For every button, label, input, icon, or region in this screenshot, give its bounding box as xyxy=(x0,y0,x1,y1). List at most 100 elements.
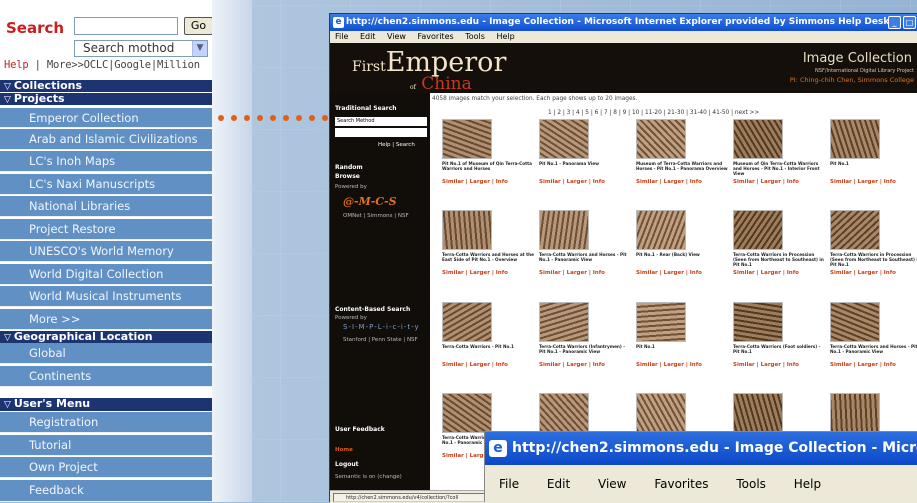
result-actions[interactable]: Similar | Larger | Info xyxy=(539,179,635,185)
chevron-down-icon[interactable]: ▼ xyxy=(192,41,207,56)
result-actions[interactable]: Similar | Larger | Info xyxy=(636,270,732,276)
zoomed-titlebar[interactable]: e http://chen2.simmons.edu - Image Colle… xyxy=(485,432,917,465)
result-actions[interactable]: Similar | Larger | Info xyxy=(830,270,917,276)
result-caption[interactable]: Terra-Cotta Warriors in Procession (Seen… xyxy=(830,252,917,267)
result-caption[interactable]: Terra-Cotta Warriors (Foot soldiers) - P… xyxy=(733,344,825,354)
menu-favorites[interactable]: Favorites xyxy=(418,32,454,41)
sidebar-item-world-musical[interactable]: World Musical Instruments xyxy=(0,286,212,307)
result-actions[interactable]: Similar | Larger | Info xyxy=(830,179,917,185)
sidebar-item-naxi-manuscripts[interactable]: LC's Naxi Manuscripts xyxy=(0,174,212,195)
result-actions[interactable]: Similar | Larger | Info xyxy=(442,362,538,368)
sidebar-item-arab-islamic[interactable]: Arab and Islamic Civilizations xyxy=(0,129,212,150)
sidebar-item-inoh-maps[interactable]: LC's Inoh Maps xyxy=(0,151,212,172)
result-actions[interactable]: Similar | Larger | Info xyxy=(733,362,829,368)
menu-file[interactable]: File xyxy=(335,32,348,41)
menu-header-projects[interactable]: ▽ Projects xyxy=(0,93,212,105)
zoom-menu-tools[interactable]: Tools xyxy=(736,477,766,491)
result-actions[interactable]: Similar | Larger | Info xyxy=(442,179,538,185)
result-thumbnail[interactable] xyxy=(539,393,589,433)
result-caption[interactable]: Pit No.1 - Rear (Back) View xyxy=(636,252,728,257)
site-search-input[interactable] xyxy=(335,128,427,137)
browser-titlebar[interactable]: e http://chen2.simmons.edu - Image Colle… xyxy=(330,14,917,31)
site-logo[interactable]: FirstEmperor of China xyxy=(352,47,506,94)
sidebar-item-tutorial[interactable]: Tutorial xyxy=(0,435,212,456)
result-actions[interactable]: Similar | Larger | Info xyxy=(830,362,917,368)
sidebar-item-own-project[interactable]: Own Project xyxy=(0,457,212,478)
pagination[interactable]: 1 | 2 | 3 | 4 | 5 | 6 | 7 | 8 | 9 | 10 |… xyxy=(548,110,759,116)
semantic-toggle[interactable]: Semantic is on (change) xyxy=(335,474,402,480)
zoom-menu-favorites[interactable]: Favorites xyxy=(654,477,708,491)
result-caption[interactable]: Terra-Cotta Warriors - Pit No.1 xyxy=(442,344,534,349)
result-actions[interactable]: Similar | Larger | Info xyxy=(733,179,829,185)
random-link[interactable]: Random xyxy=(335,164,363,171)
sidebar-item-world-digital[interactable]: World Digital Collection xyxy=(0,264,212,285)
sidebar-item-global[interactable]: Global xyxy=(0,343,212,364)
result-caption[interactable]: Terra-Cotta Warriors in Procession (Seen… xyxy=(733,252,825,267)
go-button[interactable]: Go xyxy=(184,17,213,35)
logout-link[interactable]: Logout xyxy=(335,461,359,468)
result-actions[interactable]: Similar | Larger | Info xyxy=(539,270,635,276)
result-thumbnail[interactable] xyxy=(830,119,880,159)
result-caption[interactable]: Terra-Cotta Warriors and Horses - Pit No… xyxy=(539,252,631,262)
sidebar-item-more[interactable]: More >> xyxy=(0,309,212,330)
sidebar-item-emperor-collection[interactable]: Emperor Collection xyxy=(0,107,212,128)
browse-link[interactable]: Browse xyxy=(335,173,360,180)
sidebar-item-continents[interactable]: Continents xyxy=(0,366,212,387)
result-caption[interactable]: Terra-Cotta Warriors and Horses - Pit No… xyxy=(830,344,917,354)
home-link[interactable]: Home xyxy=(335,447,353,453)
result-actions[interactable]: Similar | Larger | Info xyxy=(733,270,829,276)
result-thumbnail[interactable] xyxy=(442,210,492,250)
result-caption[interactable]: Pit No.1 xyxy=(636,344,728,349)
menu-tools[interactable]: Tools xyxy=(465,32,485,41)
result-actions[interactable]: Similar | Larger | Info xyxy=(636,362,732,368)
more-links[interactable]: | More>>OCLC|Google|Million xyxy=(29,59,200,71)
result-thumbnail[interactable] xyxy=(636,119,686,159)
result-thumbnail[interactable] xyxy=(442,302,492,342)
menu-header-geo[interactable]: ▽ Geographical Location xyxy=(0,331,212,343)
sidebar-item-feedback[interactable]: Feedback xyxy=(0,480,212,502)
result-thumbnail[interactable] xyxy=(733,393,783,433)
result-caption[interactable]: Pit No.1 - Panorama View xyxy=(539,161,631,166)
result-thumbnail[interactable] xyxy=(442,119,492,159)
menu-header-user[interactable]: ▽ User's Menu xyxy=(0,398,212,411)
result-thumbnail[interactable] xyxy=(539,210,589,250)
menu-header-collections[interactable]: ▽ Collections xyxy=(0,80,212,92)
result-thumbnail[interactable] xyxy=(539,119,589,159)
zoom-menu-help[interactable]: Help xyxy=(794,477,821,491)
result-caption[interactable]: Museum of Terra-Cotta Warriors and Horse… xyxy=(636,161,728,171)
sidebar-item-project-restore[interactable]: Project Restore xyxy=(0,219,212,240)
result-thumbnail[interactable] xyxy=(733,119,783,159)
result-actions[interactable]: Similar | Larger | Info xyxy=(539,362,635,368)
result-thumbnail[interactable] xyxy=(830,302,880,342)
result-thumbnail[interactable] xyxy=(636,393,686,433)
result-thumbnail[interactable] xyxy=(442,393,492,433)
result-actions[interactable]: Similar | Larger | Info xyxy=(442,270,538,276)
result-thumbnail[interactable] xyxy=(539,302,589,342)
help-link[interactable]: Help xyxy=(4,59,29,71)
result-caption[interactable]: Pit No.1 xyxy=(830,161,917,166)
zoom-menu-view[interactable]: View xyxy=(598,477,626,491)
search-method-select[interactable]: Search mothod ▼ xyxy=(74,40,208,57)
search-input[interactable] xyxy=(74,17,178,35)
result-thumbnail[interactable] xyxy=(636,210,686,250)
menu-view[interactable]: View xyxy=(387,32,406,41)
result-caption[interactable]: Terra-Cotta Warriors and Horses at the E… xyxy=(442,252,534,262)
zoom-menu-file[interactable]: File xyxy=(499,477,519,491)
menu-edit[interactable]: Edit xyxy=(360,32,376,41)
minimize-icon[interactable]: _ xyxy=(888,16,901,29)
site-help-link[interactable]: Help | Search xyxy=(378,142,415,148)
result-thumbnail[interactable] xyxy=(830,393,880,433)
sidebar-item-national-libraries[interactable]: National Libraries xyxy=(0,196,212,217)
result-thumbnail[interactable] xyxy=(733,210,783,250)
menu-help[interactable]: Help xyxy=(496,32,514,41)
sidebar-item-unesco[interactable]: UNESCO's World Memory xyxy=(0,241,212,262)
zoom-menu-edit[interactable]: Edit xyxy=(547,477,570,491)
sidebar-item-registration[interactable]: Registration xyxy=(0,412,212,433)
result-caption[interactable]: Museum of Qin Terra-Cotta Warriors and H… xyxy=(733,161,825,176)
result-thumbnail[interactable] xyxy=(830,210,880,250)
result-thumbnail[interactable] xyxy=(733,302,783,342)
result-caption[interactable]: Pit No.1 of Museum of Qin Terra-Cotta Wa… xyxy=(442,161,534,171)
result-caption[interactable]: Terra-Cotta Warriors (Infantrymen) - Pit… xyxy=(539,344,631,354)
result-thumbnail[interactable] xyxy=(636,302,686,342)
result-actions[interactable]: Similar | Larger | Info xyxy=(636,179,732,185)
